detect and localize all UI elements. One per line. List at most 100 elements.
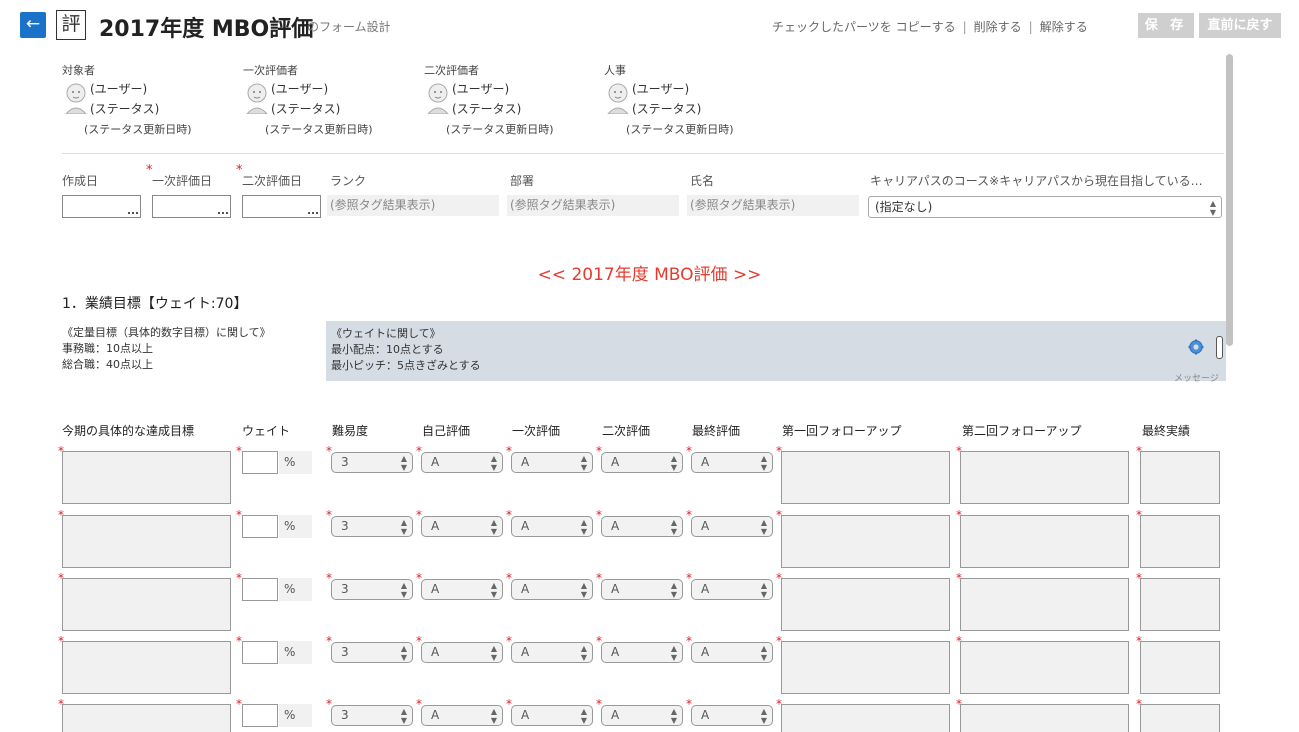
first-eval-select[interactable]: A ▲ ▼ <box>511 516 593 537</box>
self-eval-select[interactable]: A ▲ ▼ <box>421 516 503 537</box>
followup-2-textarea[interactable] <box>960 578 1129 631</box>
col-header-first-eval: 一次評価 <box>512 424 561 438</box>
second-eval-select[interactable]: A ▲ ▼ <box>601 642 683 663</box>
followup-1-textarea[interactable] <box>781 578 950 631</box>
col-header-final-result: 最終実績 <box>1142 424 1191 438</box>
followup-1-textarea[interactable] <box>781 704 950 732</box>
select-arrows-icon: ▲ ▼ <box>490 454 497 472</box>
followup-1-textarea[interactable] <box>781 641 950 694</box>
select-value: 3 <box>341 582 349 596</box>
difficulty-select[interactable]: 3 ▲ ▼ <box>331 705 413 726</box>
select-value: 3 <box>341 708 349 722</box>
select-arrows-icon: ▲ ▼ <box>670 581 677 599</box>
followup-2-textarea[interactable] <box>960 641 1129 694</box>
select-arrows-icon: ▲ ▼ <box>580 581 587 599</box>
second-eval-date-input[interactable] <box>242 195 321 218</box>
avatar-icon <box>607 83 629 114</box>
created-date-input[interactable] <box>62 195 141 218</box>
select-arrows-icon: ▲ ▼ <box>670 454 677 472</box>
delete-link[interactable]: 削除する <box>974 20 1022 34</box>
final-result-textarea[interactable] <box>1140 515 1220 568</box>
followup-1-textarea[interactable] <box>781 515 950 568</box>
select-value: A <box>611 582 620 596</box>
weight-input[interactable] <box>242 578 278 601</box>
quantitative-goal-note: 《定量目標（具体的数字目標）に関して》 事務職：10点以上 総合職：40点以上 <box>62 325 271 373</box>
weight-input[interactable] <box>242 515 278 538</box>
goal-textarea[interactable] <box>62 451 231 504</box>
goal-textarea[interactable] <box>62 515 231 568</box>
final-result-textarea[interactable] <box>1140 704 1220 732</box>
self-eval-select[interactable]: A ▲ ▼ <box>421 642 503 663</box>
final-result-textarea[interactable] <box>1140 641 1220 694</box>
self-eval-select[interactable]: A ▲ ▼ <box>421 579 503 600</box>
revert-button[interactable]: 直前に戻す <box>1199 13 1281 38</box>
select-arrows-icon: ▲ ▼ <box>670 518 677 536</box>
first-eval-date-input[interactable] <box>152 195 231 218</box>
followup-1-textarea[interactable] <box>781 451 950 504</box>
goal-textarea[interactable] <box>62 578 231 631</box>
note-line: 事務職：10点以上 <box>62 342 153 355</box>
goal-textarea[interactable] <box>62 704 231 732</box>
first-eval-select[interactable]: A ▲ ▼ <box>511 642 593 663</box>
select-value: A <box>431 582 440 596</box>
self-eval-select[interactable]: A ▲ ▼ <box>421 452 503 473</box>
followup-2-textarea[interactable] <box>960 451 1129 504</box>
first-eval-select[interactable]: A ▲ ▼ <box>511 452 593 473</box>
select-value: A <box>521 645 530 659</box>
table-row: * * * * * * * * * *% 3 ▲ ▼ A ▲ ▼ A ▲ ▼ A ▲ ▼ A ▲ ▼ <box>0 445 1299 505</box>
select-arrows-icon: ▲ ▼ <box>400 581 407 599</box>
copy-link[interactable]: コピーする <box>896 20 956 34</box>
goal-textarea[interactable] <box>62 641 231 694</box>
weight-input[interactable] <box>242 451 278 474</box>
select-value: A <box>701 455 710 469</box>
second-eval-select[interactable]: A ▲ ▼ <box>601 579 683 600</box>
final-eval-select[interactable]: A ▲ ▼ <box>691 642 773 663</box>
select-arrows-icon: ▲ ▼ <box>580 707 587 725</box>
followup-2-textarea[interactable] <box>960 704 1129 732</box>
col-header-followup-2: 第二回フォローアップ <box>962 424 1082 438</box>
vertical-scrollbar[interactable] <box>1226 54 1233 346</box>
release-link[interactable]: 解除する <box>1040 20 1088 34</box>
rank-ref-display: (参照タグ結果表示) <box>327 195 499 216</box>
back-arrow-icon[interactable]: ← <box>20 12 46 38</box>
final-eval-select[interactable]: A ▲ ▼ <box>691 705 773 726</box>
second-eval-select[interactable]: A ▲ ▼ <box>601 705 683 726</box>
weight-input[interactable] <box>242 704 278 727</box>
career-path-label: キャリアパスのコース※キャリアパスから現在目指している… <box>870 174 1203 188</box>
difficulty-select[interactable]: 3 ▲ ▼ <box>331 516 413 537</box>
final-eval-select[interactable]: A ▲ ▼ <box>691 452 773 473</box>
second-eval-select[interactable]: A ▲ ▼ <box>601 516 683 537</box>
final-result-textarea[interactable] <box>1140 578 1220 631</box>
col-header-goal: 今期の具体的な達成目標 <box>62 424 195 438</box>
final-eval-select[interactable]: A ▲ ▼ <box>691 579 773 600</box>
evaluator-status: (ステータス) <box>632 102 702 116</box>
difficulty-select[interactable]: 3 ▲ ▼ <box>331 579 413 600</box>
difficulty-select[interactable]: 3 ▲ ▼ <box>331 452 413 473</box>
page-subtitle: のフォーム設計 <box>307 20 391 34</box>
followup-2-textarea[interactable] <box>960 515 1129 568</box>
final-result-textarea[interactable] <box>1140 451 1220 504</box>
select-arrows-icon: ▲ ▼ <box>490 518 497 536</box>
percent-label: % <box>279 515 312 538</box>
col-header-weight: ウェイト <box>242 424 291 438</box>
form-badge-icon: 評 <box>56 10 86 40</box>
gear-icon[interactable] <box>1188 339 1204 355</box>
separator: | <box>1028 20 1033 34</box>
select-arrows-icon: ▲ ▼ <box>490 707 497 725</box>
first-eval-select[interactable]: A ▲ ▼ <box>511 705 593 726</box>
section-heading: 1．業績目標【ウェイト:70】 <box>62 296 248 312</box>
page-title: 2017年度 MBO評価 <box>99 17 314 42</box>
career-path-select[interactable]: (指定なし) ▲ ▼ <box>868 196 1222 218</box>
first-eval-select[interactable]: A ▲ ▼ <box>511 579 593 600</box>
note-line: 最小配点：10点とする <box>331 343 444 356</box>
second-eval-date-label: 二次評価日 <box>242 174 303 188</box>
final-eval-select[interactable]: A ▲ ▼ <box>691 516 773 537</box>
self-eval-select[interactable]: A ▲ ▼ <box>421 705 503 726</box>
save-button[interactable]: 保 存 <box>1138 13 1194 38</box>
difficulty-select[interactable]: 3 ▲ ▼ <box>331 642 413 663</box>
select-arrows-icon: ▲ ▼ <box>400 707 407 725</box>
second-eval-select[interactable]: A ▲ ▼ <box>601 452 683 473</box>
weight-input[interactable] <box>242 641 278 664</box>
select-arrows-icon: ▲ ▼ <box>670 707 677 725</box>
message-toggle[interactable] <box>1216 336 1223 359</box>
